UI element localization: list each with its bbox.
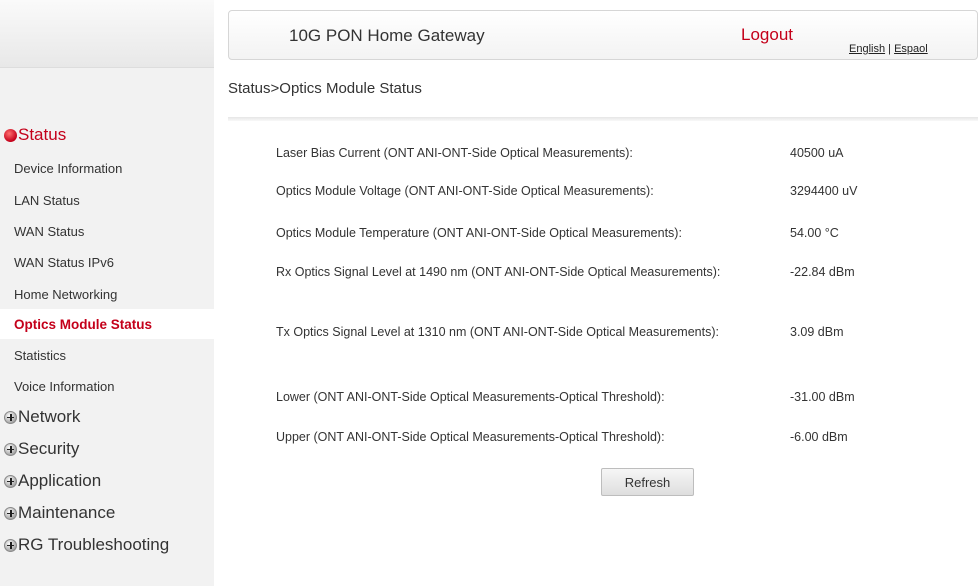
row-value: 40500 uA <box>790 146 844 160</box>
breadcrumb: Status>Optics Module Status <box>228 80 422 97</box>
refresh-button[interactable]: Refresh <box>601 468 694 496</box>
row-label: Optics Module Voltage (ONT ANI-ONT-Side … <box>276 184 654 198</box>
sidebar-item-device-information[interactable]: Device Information <box>0 153 214 183</box>
menu-group-label: Application <box>18 471 102 490</box>
sidebar-item-wan-status-ipv6[interactable]: WAN Status IPv6 <box>0 247 214 277</box>
menu-group-security[interactable]: Security <box>4 439 79 459</box>
language-separator: | <box>885 43 895 55</box>
menu-group-label: RG Troubleshooting <box>18 535 170 554</box>
menu-group-rg-troubleshooting[interactable]: RG Troubleshooting <box>4 535 169 555</box>
header-bar: 10G PON Home Gateway Logout English | Es… <box>228 10 978 60</box>
row-label: Upper (ONT ANI-ONT-Side Optical Measurem… <box>276 430 665 444</box>
row-label: Lower (ONT ANI-ONT-Side Optical Measurem… <box>276 390 665 404</box>
menu-group-label: Network <box>18 407 81 426</box>
english-link[interactable]: English <box>849 43 885 55</box>
logout-link[interactable]: Logout <box>741 25 793 45</box>
sidebar-item-home-networking[interactable]: Home Networking <box>0 279 214 309</box>
menu-group-application[interactable]: Application <box>4 471 101 491</box>
row-value: -31.00 dBm <box>790 390 855 404</box>
menu-group-maintenance[interactable]: Maintenance <box>4 503 115 523</box>
sidebar-item-optics-module-status[interactable]: Optics Module Status <box>0 309 214 339</box>
plus-icon <box>4 410 17 424</box>
red-bullet-icon <box>4 128 17 142</box>
app-title: 10G PON Home Gateway <box>289 26 485 45</box>
plus-icon <box>4 506 17 520</box>
row-label: Laser Bias Current (ONT ANI-ONT-Side Opt… <box>276 146 633 160</box>
logo-area <box>0 0 214 68</box>
menu-group-label: Security <box>18 439 80 458</box>
plus-icon <box>4 538 17 552</box>
plus-icon <box>4 442 17 456</box>
sidebar-item-wan-status[interactable]: WAN Status <box>0 216 214 246</box>
row-value: 3.09 dBm <box>790 325 844 339</box>
row-value: 54.00 °C <box>790 226 839 240</box>
plus-icon <box>4 474 17 488</box>
menu-group-status[interactable]: Status <box>4 125 66 145</box>
menu-group-network[interactable]: Network <box>4 407 80 427</box>
row-label: Rx Optics Signal Level at 1490 nm (ONT A… <box>276 265 721 279</box>
sidebar-item-statistics[interactable]: Statistics <box>0 340 214 370</box>
row-label: Tx Optics Signal Level at 1310 nm (ONT A… <box>276 325 719 339</box>
row-value: 3294400 uV <box>790 184 858 198</box>
content-divider <box>228 117 978 121</box>
espanol-link[interactable]: Espaol <box>894 43 928 55</box>
language-switcher: English | Espaol <box>849 43 928 55</box>
row-value: -22.84 dBm <box>790 265 855 279</box>
row-value: -6.00 dBm <box>790 430 848 444</box>
menu-group-label: Status <box>18 125 67 144</box>
sidebar-item-lan-status[interactable]: LAN Status <box>0 185 214 215</box>
row-label: Optics Module Temperature (ONT ANI-ONT-S… <box>276 226 682 240</box>
sidebar: Status Device Information LAN Status WAN… <box>0 0 214 586</box>
menu-group-label: Maintenance <box>18 503 116 522</box>
sidebar-item-voice-information[interactable]: Voice Information <box>0 371 214 401</box>
